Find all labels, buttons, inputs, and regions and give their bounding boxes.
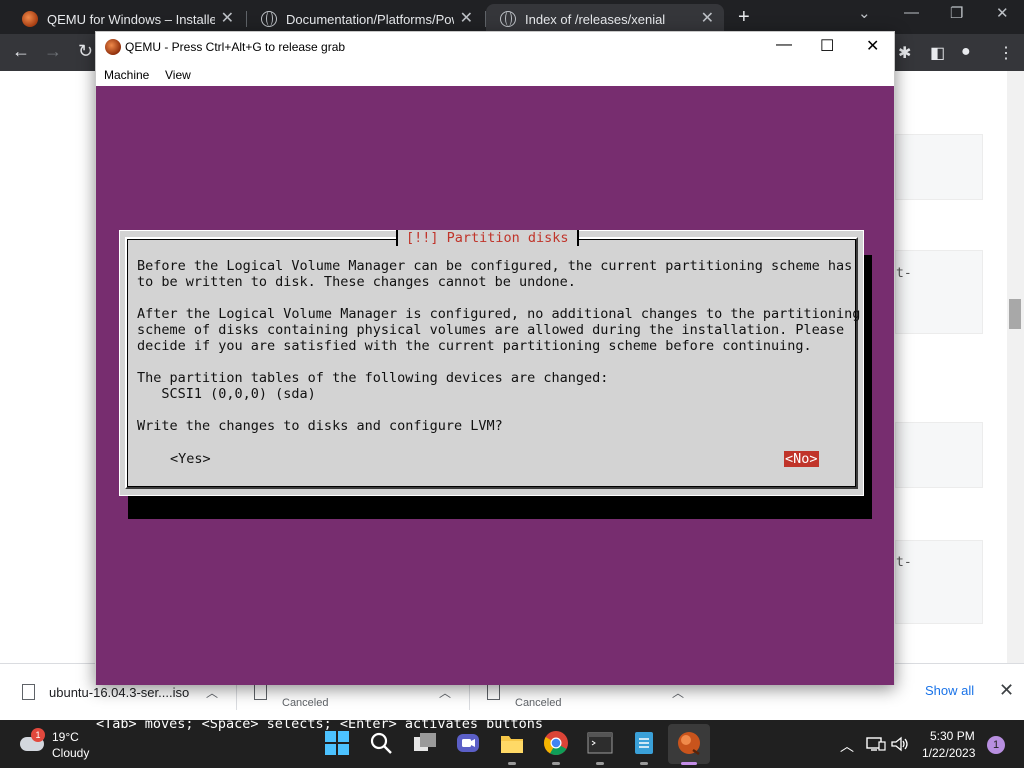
download-status: Canceled xyxy=(515,697,562,709)
qemu-icon xyxy=(105,39,121,55)
show-all-link[interactable]: Show all xyxy=(925,683,974,698)
running-indicator xyxy=(640,762,648,765)
dialog-title: [!!] Partition disks xyxy=(396,230,579,246)
status-line: <Tab> moves; <Space> selects; <Enter> ac… xyxy=(96,716,544,732)
windows-start-icon[interactable] xyxy=(324,730,350,756)
reload-icon[interactable]: ↻ xyxy=(78,41,93,62)
dialog-text: Before the Logical Volume Manager can be… xyxy=(137,258,853,274)
close-tab-icon[interactable]: ✕ xyxy=(701,11,714,27)
chevron-up-icon[interactable]: ︿ xyxy=(840,736,854,756)
side-panel-icon[interactable]: ◧ xyxy=(930,43,945,63)
file-icon xyxy=(22,684,35,700)
page-scrollbar[interactable] xyxy=(1007,71,1024,663)
dialog-question: Write the changes to disks and configure… xyxy=(137,418,503,434)
clock-date[interactable]: 1/22/2023 xyxy=(922,746,975,760)
qemu-titlebar[interactable]: QEMU - Press Ctrl+Alt+G to release grab … xyxy=(96,32,894,62)
notepad-icon[interactable] xyxy=(631,730,657,756)
tab-title: QEMU for Windows – Installers ( xyxy=(47,11,215,27)
dialog-text: to be written to disk. These changes can… xyxy=(137,274,576,290)
window-title: QEMU - Press Ctrl+Alt+G to release grab xyxy=(125,40,346,54)
tab-documentation[interactable]: Documentation/Platforms/Power ✕ xyxy=(247,4,483,34)
no-button[interactable]: <No> xyxy=(784,451,819,467)
weather-temperature[interactable]: 19°C xyxy=(52,730,79,744)
minimize-icon[interactable]: — xyxy=(776,36,792,54)
terminal-icon[interactable] xyxy=(587,730,613,756)
download-filename: ubuntu-16.04.3-ser....iso xyxy=(49,685,190,700)
active-indicator xyxy=(681,762,697,765)
running-indicator xyxy=(596,762,604,765)
chrome-icon[interactable] xyxy=(543,730,569,756)
page-card xyxy=(895,250,983,334)
page-text-fragment: t- xyxy=(896,266,912,281)
download-status: Canceled xyxy=(282,697,329,709)
qemu-icon xyxy=(22,11,38,27)
running-indicator xyxy=(552,762,560,765)
vm-display[interactable]: [!!] Partition disks Before the Logical … xyxy=(96,86,894,732)
qemu-icon[interactable] xyxy=(676,730,702,756)
globe-icon xyxy=(500,11,516,27)
maximize-icon[interactable]: ☐ xyxy=(820,36,834,56)
menu-view[interactable]: View xyxy=(165,68,191,82)
dialog-text: The partition tables of the following de… xyxy=(137,370,609,386)
scrollbar-thumb[interactable] xyxy=(1009,299,1021,329)
minimize-icon[interactable]: — xyxy=(904,4,919,21)
device-entry: SCSI1 (0,0,0) (sda) xyxy=(137,386,316,402)
clock-time[interactable]: 5:30 PM xyxy=(930,729,975,743)
extensions-puzzle-icon[interactable]: ✱ xyxy=(898,43,911,63)
close-downloads-icon[interactable]: ✕ xyxy=(999,680,1014,701)
chat-icon[interactable] xyxy=(455,730,481,756)
network-icon[interactable] xyxy=(866,736,886,752)
back-arrow-icon[interactable]: ← xyxy=(12,41,30,62)
page-card xyxy=(895,540,983,624)
task-view-icon[interactable] xyxy=(412,730,438,756)
menu-machine[interactable]: Machine xyxy=(104,68,149,82)
close-tab-icon[interactable]: ✕ xyxy=(221,11,234,27)
close-tab-icon[interactable]: ✕ xyxy=(460,11,473,27)
tab-title: Documentation/Platforms/Power xyxy=(286,11,454,27)
qemu-window: QEMU - Press Ctrl+Alt+G to release grab … xyxy=(95,31,895,732)
chevron-up-icon[interactable]: ︿ xyxy=(672,684,684,701)
profile-icon[interactable]: ● xyxy=(961,43,971,61)
more-menu-icon[interactable]: ⋮ xyxy=(998,43,1014,63)
weather-badge: 1 xyxy=(31,728,45,742)
tab-qemu-installers[interactable]: QEMU for Windows – Installers ( ✕ xyxy=(8,4,244,34)
weather-condition[interactable]: Cloudy xyxy=(52,746,89,760)
page-text-fragment: t- xyxy=(896,555,912,570)
globe-icon xyxy=(261,11,277,27)
running-indicator xyxy=(508,762,516,765)
page-card xyxy=(895,422,983,488)
new-tab-button[interactable]: + xyxy=(738,6,750,29)
dialog-text: After the Logical Volume Manager is conf… xyxy=(137,306,861,322)
file-icon xyxy=(254,684,267,700)
forward-arrow-icon[interactable]: → xyxy=(44,41,62,62)
partition-disks-dialog: [!!] Partition disks Before the Logical … xyxy=(119,230,864,496)
notification-badge[interactable]: 1 xyxy=(987,736,1005,754)
file-icon xyxy=(487,684,500,700)
restore-icon[interactable]: ❐ xyxy=(950,4,963,22)
page-card xyxy=(895,134,983,200)
chevron-up-icon[interactable]: ︿ xyxy=(206,684,218,701)
search-icon[interactable] xyxy=(368,730,394,756)
volume-icon[interactable] xyxy=(891,736,909,752)
dialog-text: decide if you are satisfied with the cur… xyxy=(137,338,812,354)
chevron-down-icon[interactable]: ⌄ xyxy=(858,4,871,22)
close-icon[interactable]: ✕ xyxy=(866,36,879,56)
tab-index-xenial[interactable]: Index of /releases/xenial ✕ xyxy=(486,4,724,34)
tab-title: Index of /releases/xenial xyxy=(525,11,666,27)
yes-button[interactable]: <Yes> xyxy=(170,451,211,467)
browser-tab-bar: QEMU for Windows – Installers ( ✕ Docume… xyxy=(0,0,1024,34)
file-explorer-icon[interactable] xyxy=(499,730,525,756)
close-window-icon[interactable]: ✕ xyxy=(996,4,1009,22)
qemu-menubar: Machine View xyxy=(96,62,894,86)
chevron-up-icon[interactable]: ︿ xyxy=(439,684,451,701)
dialog-text: scheme of disks containing physical volu… xyxy=(137,322,845,338)
